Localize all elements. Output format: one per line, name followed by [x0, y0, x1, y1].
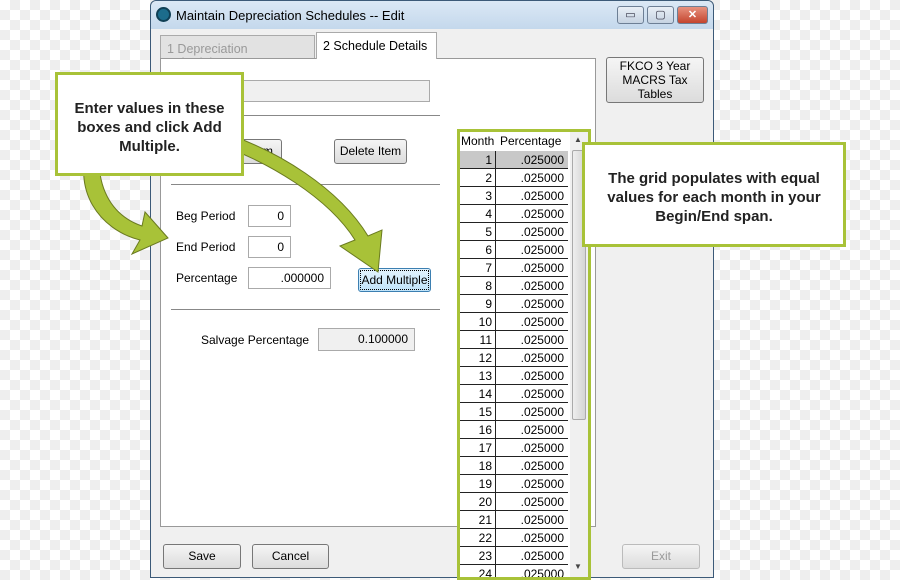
tab-schedule-details[interactable]: 2 Schedule Details: [316, 32, 437, 59]
callout-enter-values: Enter values in these boxes and click Ad…: [55, 72, 244, 176]
callout-grid-populates: The grid populates with equal values for…: [582, 142, 846, 247]
